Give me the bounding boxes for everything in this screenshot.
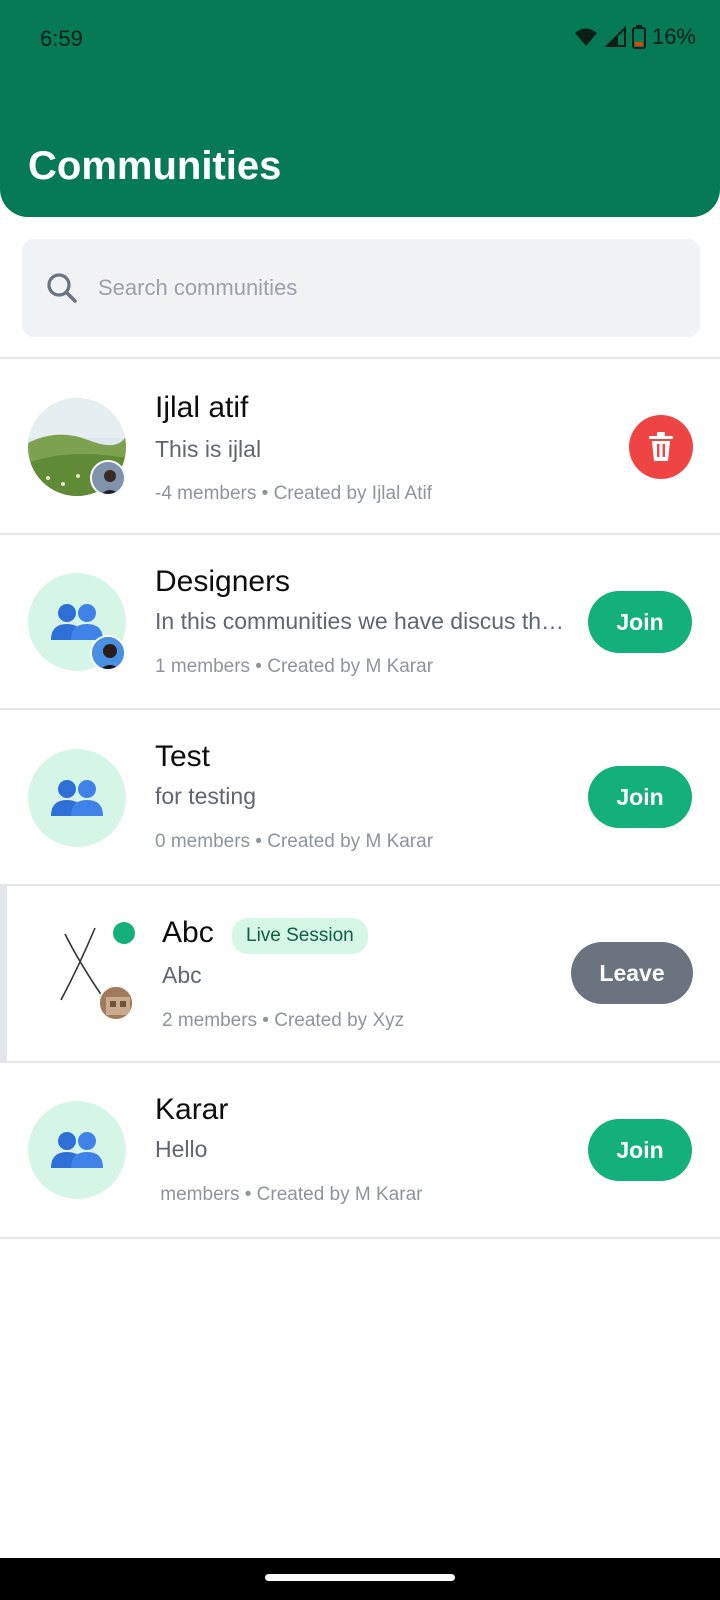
community-name: Abc [162,916,214,949]
community-meta: 2 members • Created by Xyz [162,1010,405,1031]
creator-avatar [90,460,126,496]
community-row-ijlal-atif[interactable]: Ijlal atif This is ijlal -4 members • Cr… [0,359,720,531]
join-button[interactable]: Join [588,1119,692,1181]
users-icon [51,604,103,640]
delete-button[interactable] [629,415,693,479]
join-button[interactable]: Join [588,591,692,653]
community-description: Abc [162,962,202,988]
search-input[interactable] [98,275,658,301]
trash-icon [649,432,673,461]
community-name: Designers [155,565,291,598]
users-icon [51,1132,103,1168]
community-description: for testing [155,783,256,809]
creator-avatar [98,985,134,1021]
creator-avatar [90,635,126,671]
home-gesture-handle[interactable] [265,1574,455,1581]
community-meta: 0 members • Created by M Karar [155,831,434,852]
community-description: In this communities we have discus th… [155,608,565,634]
community-meta: 1 members • Created by M Karar [155,656,434,677]
page-title: Communities [28,144,282,188]
status-time: 6:59 [40,26,83,51]
battery-level: 16% [651,24,696,49]
community-description: This is ijlal [155,436,262,462]
signal-icon [604,26,626,47]
wifi-icon [574,28,597,46]
community-avatar [28,1101,126,1199]
community-name: Karar [155,1093,229,1126]
join-button[interactable]: Join [588,766,692,828]
app-header: 6:59 16% Communities [0,0,720,217]
community-name: Ijlal atif [155,391,249,424]
leave-button[interactable]: Leave [571,942,693,1004]
search-bar[interactable] [22,239,700,337]
community-avatar [28,749,126,847]
search-icon [47,273,77,303]
live-session-badge: Live Session [232,918,368,954]
community-name: Test [155,740,211,773]
battery-icon [631,25,646,49]
community-row-abc[interactable]: Abc Live Session Abc 2 members • Created… [0,886,720,1061]
community-meta: members • Created by M Karar [155,1184,423,1205]
users-icon [51,780,103,816]
community-description: Hello [155,1136,208,1162]
status-icons: 16% [574,24,696,50]
online-indicator [113,922,135,944]
community-meta: -4 members • Created by Ijlal Atif [155,483,432,504]
community-row-karar[interactable]: Karar Hello members • Created by M Karar… [0,1063,720,1235]
divider [0,1237,720,1239]
community-row-test[interactable]: Test for testing 0 members • Created by … [0,710,720,882]
community-row-designers[interactable]: Designers In this communities we have di… [0,535,720,707]
